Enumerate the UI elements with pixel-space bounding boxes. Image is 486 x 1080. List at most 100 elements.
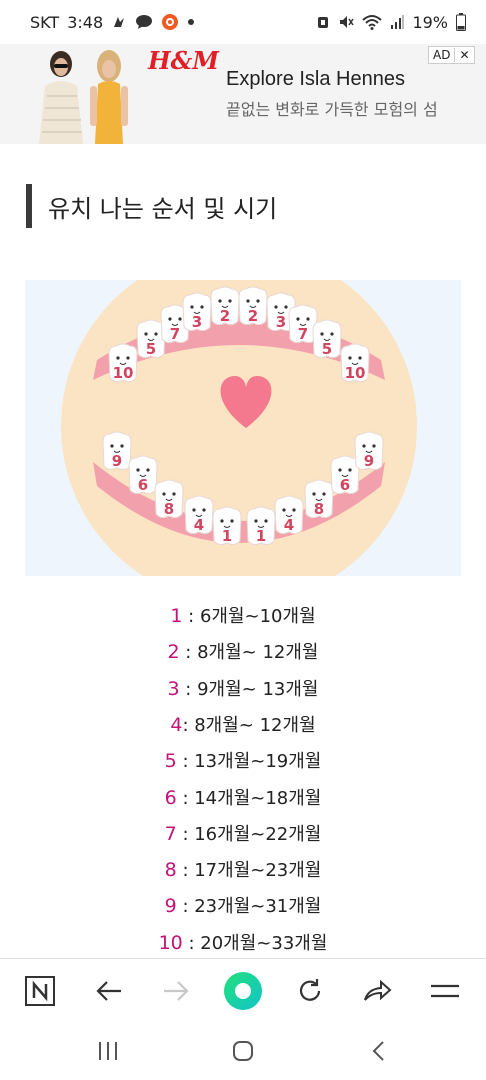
baby-teeth-illustration: 10573 2 2 37510 96841 14869 [61,280,417,576]
menu-button[interactable] [423,969,467,1013]
tooth-number: 8 [164,859,177,882]
schedule-row: 10 : 20개월~33개월 [0,929,486,955]
tooth-number-label: 9 [112,452,122,470]
tooth-number-label: 8 [314,500,324,518]
separator: : [176,860,195,882]
tooth-lower-4: 4 [184,495,214,535]
ad-badge[interactable]: AD ✕ [428,46,475,64]
tooth-lower-5: 1 [212,506,242,546]
tooth-lower-1: 9 [102,431,132,471]
separator: : [176,896,195,918]
ad-close-button[interactable]: ✕ [454,48,473,62]
schedule-row: 3 : 9개월~ 13개월 [0,675,486,701]
refresh-icon [299,979,321,1001]
section-heading: 유치 나는 순서 및 시기 [26,184,277,228]
system-back-button[interactable] [358,1034,402,1068]
forward-button[interactable] [154,969,198,1013]
ad-label: AD [433,48,451,62]
separator: : [179,678,198,700]
tooth-upper-10: 10 [340,343,370,383]
schedule-row: 1 : 6개월~10개월 [0,602,486,628]
tooth-upper-5: 2 [210,286,240,326]
tooth-upper-1: 10 [108,343,138,383]
carrier-label: SKT [30,12,60,32]
schedule-row: 4: 8개월~ 12개월 [0,711,486,737]
back-icon [372,1041,384,1061]
tooth-upper-2: 5 [136,319,166,359]
talk-bubble-icon [135,14,153,30]
naver-home-button[interactable] [18,969,62,1013]
separator: : [176,823,195,845]
tooth-number-label: 6 [340,476,350,494]
eruption-period: 17개월~23개월 [194,860,322,882]
tooth-lower-8: 8 [304,479,334,519]
browser-toolbar [0,958,486,1022]
separator: : [176,787,195,809]
separator: : [176,751,195,773]
fingertips-icon [111,14,127,30]
tooth-number-label: 10 [113,364,134,382]
tooth-upper-4: 3 [182,292,212,332]
status-bar: SKT 3:48 19% [0,0,486,44]
signal-icon [390,14,405,30]
tooth-number: 1 [170,605,183,627]
tooth-number: 4 [170,713,183,736]
target-icon [161,13,179,31]
tooth-number: 2 [167,641,180,664]
tooth-number: 5 [164,750,177,773]
eruption-period: 8개월~ 12개월 [197,642,319,664]
ad-banner[interactable]: H&M Explore Isla Hennes 끝없는 변화로 가득한 모험의 … [0,44,486,144]
schedule-row: 6 : 14개월~18개월 [0,784,486,810]
schedule-row: 9 : 23개월~31개월 [0,892,486,918]
tooth-number-label: 10 [345,364,366,382]
tooth-number-label: 3 [192,313,202,331]
tooth-lower-6: 1 [246,506,276,546]
tooth-number-label: 4 [284,516,294,534]
tooth-lower-10: 9 [354,431,384,471]
tooth-lower-3: 8 [154,479,184,519]
tooth-upper-8: 7 [288,304,318,344]
tooth-number-label: 2 [248,307,258,325]
tooth-lower-9: 6 [330,455,360,495]
tooth-number: 6 [164,786,177,809]
tooth-number-label: 5 [322,340,332,358]
separator: : [182,606,200,627]
schedule-row: 2 : 8개월~ 12개월 [0,638,486,664]
share-icon [364,979,392,1001]
tooth-number-label: 7 [298,325,308,343]
tooth-number-label: 1 [256,527,266,545]
separator: : [179,642,198,664]
back-button[interactable] [87,969,131,1013]
alarm-icon [316,14,330,30]
menu-icon [431,984,459,998]
eruption-period: 23개월~31개월 [194,896,322,918]
tooth-number: 10 [158,931,183,954]
home-icon [233,1041,253,1061]
ad-subtitle: 끝없는 변화로 가득한 모험의 섬 [226,100,438,119]
refresh-button[interactable] [288,969,332,1013]
system-nav-bar [0,1022,486,1080]
tooth-number: 3 [167,677,180,700]
share-button[interactable] [355,969,399,1013]
tooth-number-label: 4 [194,516,204,534]
recent-apps-button[interactable] [86,1034,130,1068]
naver-green-dot-button[interactable] [221,969,265,1013]
tooth-number-label: 5 [146,340,156,358]
mute-icon [338,14,355,30]
tooth-number: 7 [164,822,177,845]
schedule-row: 5 : 13개월~19개월 [0,747,486,773]
separator: : [182,714,195,736]
tooth-number-label: 1 [222,527,232,545]
home-button[interactable] [221,1034,265,1068]
tooth-upper-6: 2 [238,286,268,326]
ad-brand-logo: H&M [148,46,219,75]
ad-title: Explore Isla Hennes [226,68,405,90]
tooth-number-label: 6 [138,476,148,494]
title-accent-bar [26,184,32,228]
tooth-lower-7: 4 [274,495,304,535]
tooth-number-label: 9 [364,452,374,470]
eruption-period: 13개월~19개월 [194,751,322,773]
green-dot-icon [224,972,262,1010]
battery-percent: 19% [412,12,448,32]
tooth-number-label: 3 [276,313,286,331]
